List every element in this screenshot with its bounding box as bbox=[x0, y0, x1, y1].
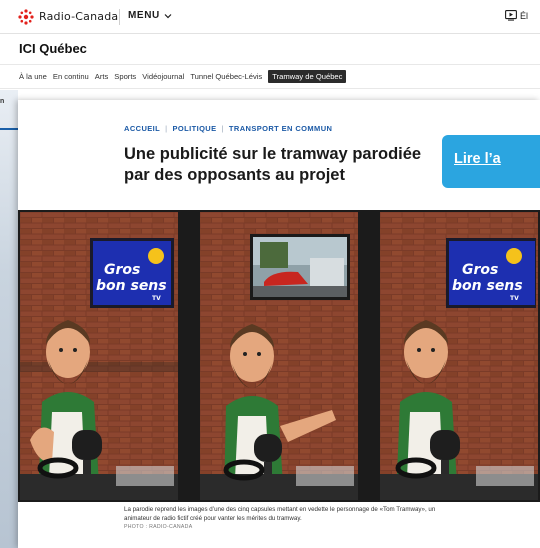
tv-play-icon bbox=[505, 10, 517, 21]
breadcrumb-link[interactable]: POLITIQUE bbox=[173, 124, 217, 133]
radio-canada-logo-icon[interactable] bbox=[18, 9, 34, 25]
nav-item[interactable]: À la une bbox=[19, 72, 47, 83]
article-image[interactable]: Gros bon sens TV Gros bon sens TV bbox=[18, 210, 540, 502]
image-panel-1: Gros bon sens TV bbox=[20, 212, 178, 500]
tv-show-title-line3: TV bbox=[152, 295, 161, 302]
nav-item[interactable]: Tunnel Québec-Lévis bbox=[190, 72, 262, 83]
tv-show-title-line3: TV bbox=[510, 295, 519, 302]
nav-item[interactable]: Sports bbox=[114, 72, 136, 83]
image-panel-2 bbox=[200, 212, 358, 500]
breadcrumb-link[interactable]: TRANSPORT EN COMMUN bbox=[229, 124, 332, 133]
tv-label: Él bbox=[520, 10, 529, 21]
read-article-label: Lire l’a bbox=[454, 151, 501, 167]
breadcrumb: ACCUEIL | POLITIQUE | TRANSPORT EN COMMUN bbox=[124, 124, 332, 133]
menu-label: MENU bbox=[128, 10, 160, 21]
nav-item[interactable]: Arts bbox=[95, 72, 109, 83]
podcast-host-illustration bbox=[200, 212, 358, 500]
nav-item[interactable]: En continu bbox=[53, 72, 89, 83]
tv-show-title-line2: bon sens bbox=[452, 278, 523, 294]
background-text-fragment: n bbox=[0, 98, 5, 105]
logo-wordmark[interactable]: Radio-Canada bbox=[39, 10, 118, 23]
article-card: ACCUEIL | POLITIQUE | TRANSPORT EN COMMUN Un… bbox=[18, 100, 540, 548]
podcast-host-illustration: Gros bon sens TV bbox=[20, 212, 178, 500]
breadcrumb-link[interactable]: ACCUEIL bbox=[124, 124, 160, 133]
tv-show-title-line2: bon sens bbox=[96, 278, 167, 294]
tv-show-title-line1: Gros bbox=[104, 262, 140, 278]
read-article-button[interactable]: Lire l’a bbox=[442, 135, 540, 188]
image-panel-3: Gros bon sens TV bbox=[380, 212, 538, 500]
breadcrumb-separator: | bbox=[221, 124, 224, 133]
image-caption: La parodie reprend les images d’une des … bbox=[124, 506, 436, 522]
site-header: Radio-Canada MENU Él bbox=[0, 0, 540, 34]
tv-show-title-line1: Gros bbox=[462, 262, 498, 278]
tv-button[interactable]: Él bbox=[505, 10, 528, 21]
section-nav: À la une En continu Arts Sports Vidéojournal… bbox=[0, 64, 540, 89]
nav-item-active[interactable]: Tramway de Québec bbox=[268, 70, 347, 83]
header-divider bbox=[119, 9, 120, 25]
background-page-fragment bbox=[0, 90, 18, 548]
background-link-underline bbox=[0, 128, 18, 130]
section-title[interactable]: ICI Québec bbox=[19, 41, 87, 56]
breadcrumb-separator: | bbox=[165, 124, 168, 133]
chevron-down-icon bbox=[164, 13, 172, 18]
section-nav-list: À la une En continu Arts Sports Vidéojournal… bbox=[19, 70, 347, 83]
photo-credit: PHOTO : RADIO-CANADA bbox=[124, 524, 193, 530]
nav-item[interactable]: Vidéojournal bbox=[142, 72, 184, 83]
menu-button[interactable]: MENU bbox=[128, 10, 172, 21]
article-title: Une publicité sur le tramway parodiée pa… bbox=[124, 145, 422, 184]
podcast-host-illustration: Gros bon sens TV bbox=[380, 212, 538, 500]
